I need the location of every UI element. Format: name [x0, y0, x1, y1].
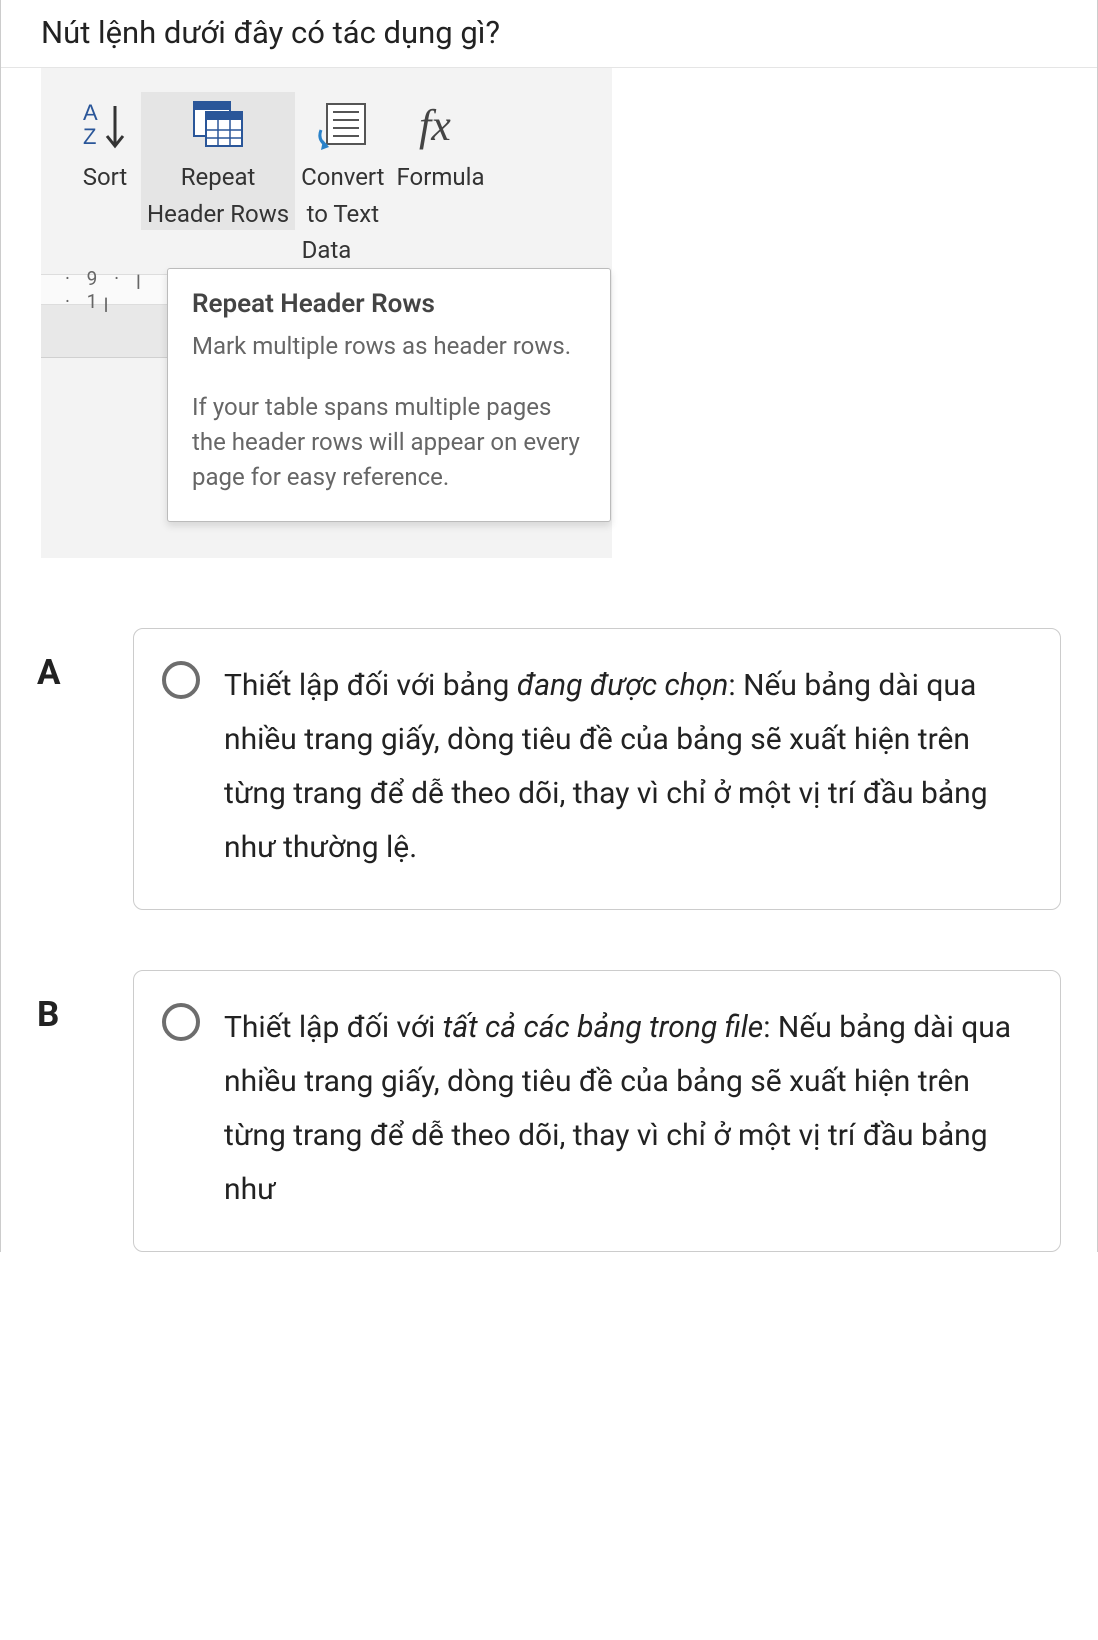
b-pre: Thiết lập đối với	[224, 1010, 443, 1045]
answer-a-row: A Thiết lập đối với bảng đang được chọn:…	[37, 628, 1061, 910]
tooltip-title: Repeat Header Rows	[192, 289, 586, 319]
repeat-header-rows-icon	[188, 96, 248, 156]
a-pre: Thiết lập đối với bảng	[224, 668, 517, 703]
repeat-label-1: Repeat	[181, 162, 256, 193]
tooltip: Repeat Header Rows Mark multiple rows as…	[167, 268, 611, 521]
repeat-label-2: Header Rows	[147, 199, 289, 230]
answer-b-row: B Thiết lập đối với tất cả các bảng tron…	[37, 970, 1061, 1252]
sort-button[interactable]: A Z Sort	[69, 92, 141, 212]
answer-a-text: Thiết lập đối với bảng đang được chọn: N…	[224, 659, 1030, 875]
document-area: · 9 · ꞁ · 1ꞁ Repeat Header Rows Mark mul…	[41, 274, 612, 557]
answer-b-card[interactable]: Thiết lập đối với tất cả các bảng trong …	[133, 970, 1061, 1252]
svg-text:A: A	[83, 100, 98, 125]
answer-b-letter: B	[37, 970, 133, 1035]
convert-label-2: to Text	[307, 199, 379, 230]
a-em: đang được chọn	[517, 668, 729, 703]
radio-b[interactable]	[162, 1003, 200, 1041]
answer-a-card[interactable]: Thiết lập đối với bảng đang được chọn: N…	[133, 628, 1061, 910]
answer-a-letter: A	[37, 628, 133, 693]
sort-icon: A Z	[75, 96, 135, 156]
formula-button[interactable]: fx Formula	[391, 92, 491, 212]
b-em: tất cả các bảng trong file	[443, 1010, 763, 1045]
question-text: Nút lệnh dưới đây có tác dụng gì?	[1, 0, 1097, 68]
ruler: · 9 · ꞁ · 1ꞁ	[41, 274, 167, 304]
answers-list: A Thiết lập đối với bảng đang được chọn:…	[1, 558, 1097, 1252]
ribbon-screenshot: A Z Sort	[41, 68, 612, 558]
formula-label: Formula	[397, 162, 485, 193]
svg-text:fx: fx	[419, 101, 451, 150]
repeat-header-rows-button[interactable]: Repeat Header Rows	[141, 92, 295, 230]
formula-icon: fx	[411, 96, 471, 156]
convert-to-text-icon	[313, 96, 373, 156]
radio-a[interactable]	[162, 661, 200, 699]
tooltip-line-2: If your table spans multiple pages the h…	[192, 390, 586, 494]
sort-label: Sort	[83, 162, 128, 193]
answer-b-text: Thiết lập đối với tất cả các bảng trong …	[224, 1001, 1030, 1217]
convert-to-text-button[interactable]: Convert to Text	[295, 92, 390, 230]
tooltip-line-1: Mark multiple rows as header rows.	[192, 329, 586, 364]
quiz-container: Nút lệnh dưới đây có tác dụng gì? A Z So…	[0, 0, 1098, 1252]
svg-text:Z: Z	[83, 124, 96, 149]
convert-label-1: Convert	[301, 162, 384, 193]
